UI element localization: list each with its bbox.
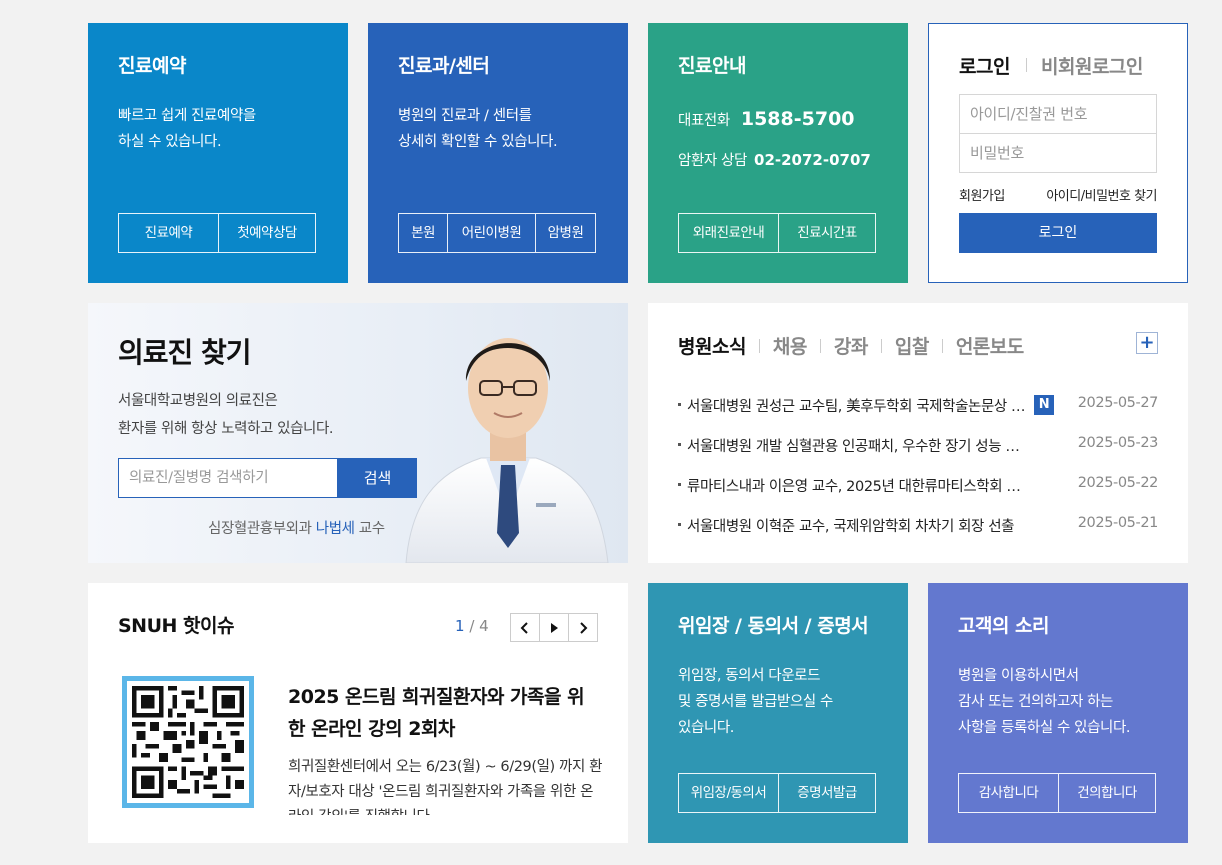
news-panel: 병원소식 채용 강좌 입찰 언론보도 + 서울대병원 권성근 교수팀, 美후두학… [648, 303, 1188, 563]
certificates-desc: 위임장, 동의서 다운로드 및 증명서를 발급받으실 수 있습니다. [678, 668, 833, 736]
hot-issue-panel: SNUH 핫이슈 1 / 4 2025 온드림 희귀질환자와 가족을 위한 온라… [88, 583, 628, 843]
pause-play-icon[interactable] [539, 613, 569, 642]
next-chevron-icon[interactable] [568, 613, 598, 642]
tab-guest-login[interactable]: 비회원로그인 [1041, 52, 1143, 79]
qr-code-icon[interactable] [122, 676, 254, 808]
suggestion-button[interactable]: 건의합니다 [1058, 774, 1155, 812]
main-phone-number: 1588-5700 [740, 108, 855, 130]
cancer-consult-number: 02-2072-0707 [754, 151, 871, 169]
reservation-title: 진료예약 [118, 55, 186, 77]
hot-issue-body: 희귀질환센터에서 오는 6/23(월) ~ 6/29(일) 까지 환자/보호자 … [288, 759, 603, 815]
tab-hospital-news[interactable]: 병원소식 [678, 332, 746, 359]
guide-panel: 진료안내 대표전화 1588-5700 암환자 상담 02-2072-0707 … [648, 23, 908, 283]
guide-title: 진료안내 [678, 55, 746, 77]
signup-link[interactable]: 회원가입 [959, 185, 1005, 204]
thanks-button[interactable]: 감사합니다 [959, 774, 1058, 812]
main-phone: 대표전화 1588-5700 [678, 108, 855, 130]
customer-voice-title: 고객의 소리 [958, 615, 1050, 637]
tab-divider [1026, 58, 1027, 72]
hot-issue-headline[interactable]: 2025 온드림 희귀질환자와 가족을 위한 온라인 강의 2회차 [288, 681, 598, 745]
certificate-issue-button[interactable]: 증명서발급 [778, 774, 875, 812]
cancer-consult-phone: 암환자 상담 02-2072-0707 [678, 151, 871, 169]
news-item[interactable]: 서울대병원 이혁준 교수, 국제위암학회 차차기 회장 선출 2025-05-2… [678, 515, 1158, 535]
news-tabs: 병원소식 채용 강좌 입찰 언론보도 [678, 332, 1024, 359]
departments-panel: 진료과/센터 병원의 진료과 / 센터를 상세히 확인할 수 있습니다. 본원 … [368, 23, 628, 283]
hot-issue-title: SNUH 핫이슈 [118, 615, 234, 637]
reservation-button[interactable]: 진료예약 [119, 214, 218, 252]
reservation-panel: 진료예약 빠르고 쉽게 진료예약을 하실 수 있습니다. 진료예약 첫예약상담 [88, 23, 348, 283]
departments-buttons: 본원 어린이병원 암병원 [398, 213, 596, 253]
main-hospital-button[interactable]: 본원 [399, 214, 447, 252]
customer-voice-desc: 병원을 이용하시면서 감사 또는 건의하고자 하는 사항을 등록하실 수 있습니… [958, 668, 1131, 736]
certificates-panel: 위임장 / 동의서 / 증명서 위임장, 동의서 다운로드 및 증명서를 발급받… [648, 583, 908, 843]
prev-chevron-icon[interactable] [510, 613, 540, 642]
certificates-buttons: 위임장/동의서 증명서발급 [678, 773, 876, 813]
certificates-title: 위임장 / 동의서 / 증명서 [678, 615, 869, 637]
hot-issue-pager: 1 / 4 [455, 617, 489, 635]
login-panel: 로그인 비회원로그인 아이디/진찰권 번호 비밀번호 회원가입 아이디/비밀번호… [928, 23, 1188, 283]
doctor-caption: 심장혈관흉부외과 나법세 교수 [208, 521, 385, 537]
news-item[interactable]: 류마티스내과 이은영 교수, 2025년 대한류마티스학회 학술상 수상 202… [678, 475, 1158, 495]
guide-buttons: 외래진료안내 진료시간표 [678, 213, 876, 253]
tab-press[interactable]: 언론보도 [956, 332, 1024, 359]
tab-bid[interactable]: 입찰 [895, 332, 929, 359]
news-item[interactable]: 서울대병원 권성근 교수팀, 美후두학회 국제학술논문상 수상 N 2025-0… [678, 395, 1158, 415]
doctor-search-desc: 서울대학교병원의 의료진은 환자를 위해 항상 노력하고 있습니다. [118, 393, 334, 437]
doctor-name[interactable]: 나법세 [316, 521, 355, 537]
reservation-buttons: 진료예약 첫예약상담 [118, 213, 316, 253]
schedule-button[interactable]: 진료시간표 [778, 214, 875, 252]
news-item[interactable]: 서울대병원 개발 심혈관용 인공패치, 우수한 장기 성능 입증 2025-05… [678, 435, 1158, 455]
first-reservation-consult-button[interactable]: 첫예약상담 [218, 214, 315, 252]
tab-login[interactable]: 로그인 [959, 52, 1010, 79]
tab-recruit[interactable]: 채용 [773, 332, 807, 359]
new-badge: N [1034, 395, 1054, 415]
more-news-plus-icon[interactable]: + [1136, 332, 1158, 354]
tab-lecture[interactable]: 강좌 [834, 332, 868, 359]
password-input[interactable]: 비밀번호 [959, 133, 1157, 173]
doctor-portrait-image [405, 338, 609, 563]
customer-voice-panel: 고객의 소리 병원을 이용하시면서 감사 또는 건의하고자 하는 사항을 등록하… [928, 583, 1188, 843]
login-button[interactable]: 로그인 [959, 213, 1157, 253]
doctor-search-panel: 의료진 찾기 서울대학교병원의 의료진은 환자를 위해 항상 노력하고 있습니다… [88, 303, 628, 563]
doctor-search-input[interactable]: 의료진/질병명 검색하기 [118, 458, 338, 498]
doctor-search-button[interactable]: 검색 [338, 458, 417, 498]
childrens-hospital-button[interactable]: 어린이병원 [447, 214, 535, 252]
departments-title: 진료과/센터 [398, 55, 490, 77]
consent-forms-button[interactable]: 위임장/동의서 [679, 774, 778, 812]
cancer-hospital-button[interactable]: 암병원 [535, 214, 595, 252]
reservation-desc: 빠르고 쉽게 진료예약을 하실 수 있습니다. [118, 108, 256, 150]
doctor-search-title: 의료진 찾기 [118, 336, 252, 369]
departments-desc: 병원의 진료과 / 센터를 상세히 확인할 수 있습니다. [398, 108, 558, 150]
find-account-link[interactable]: 아이디/비밀번호 찾기 [1046, 185, 1157, 204]
customer-voice-buttons: 감사합니다 건의합니다 [958, 773, 1156, 813]
id-input[interactable]: 아이디/진찰권 번호 [959, 94, 1157, 134]
outpatient-guide-button[interactable]: 외래진료안내 [679, 214, 778, 252]
